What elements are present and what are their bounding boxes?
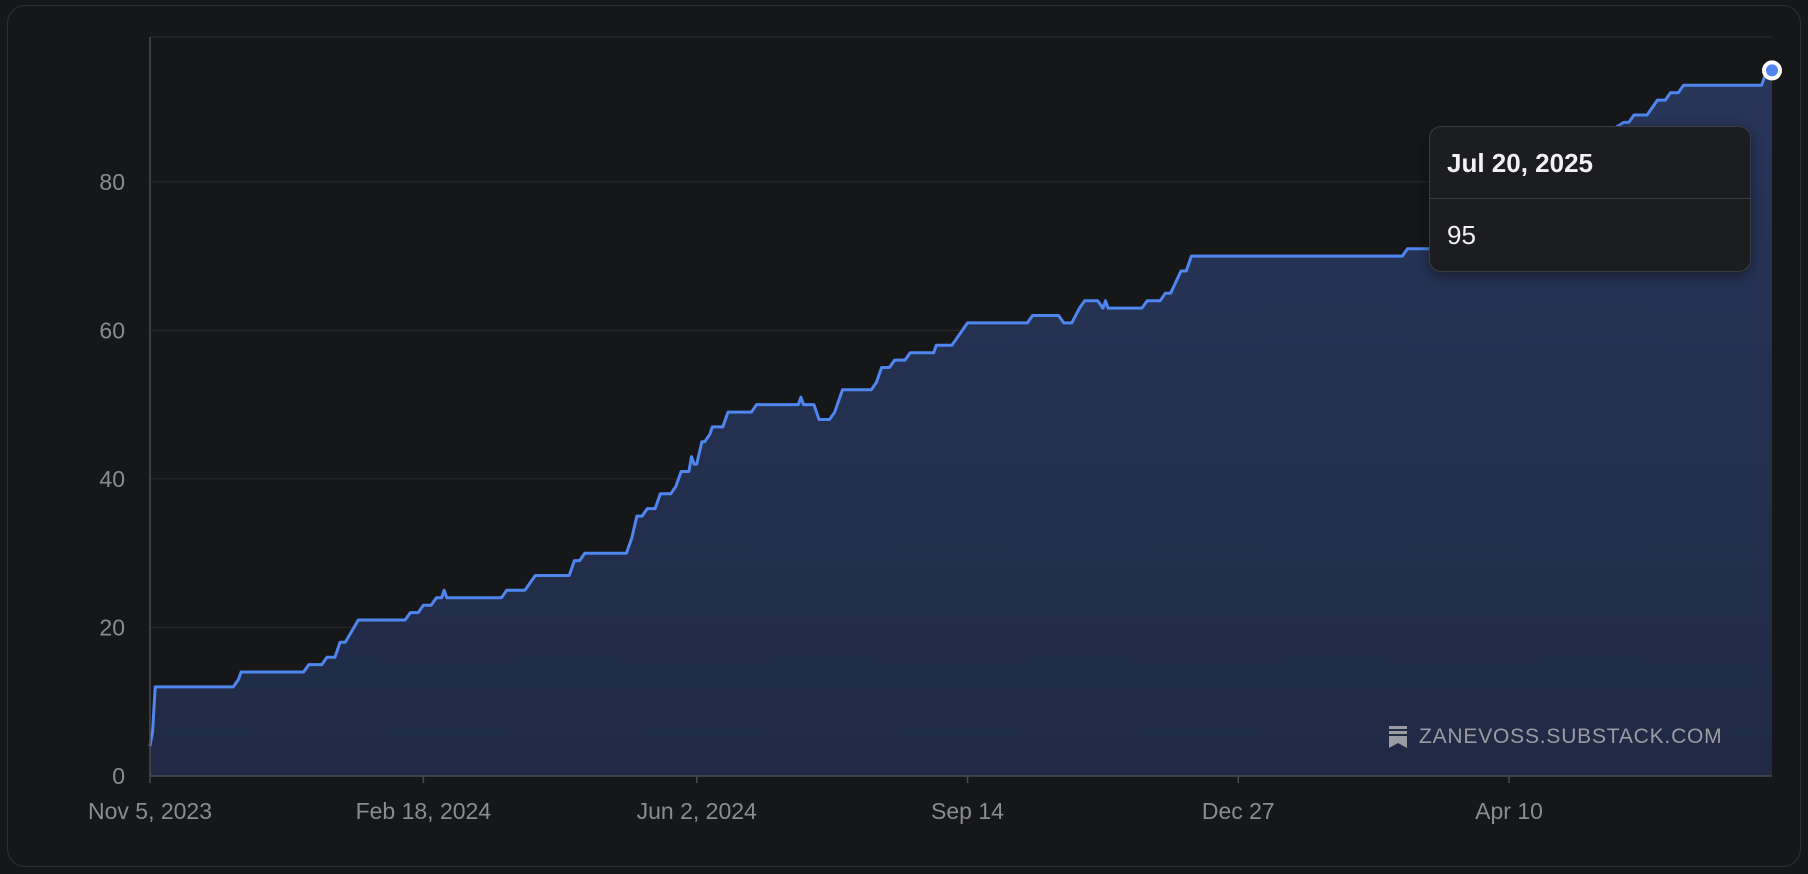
y-tick-label: 20 [99, 614, 125, 640]
watermark: ZANEVOSS.SUBSTACK.COM [1389, 722, 1722, 752]
watermark-text: ZANEVOSS.SUBSTACK.COM [1419, 725, 1723, 748]
substack-logo-icon [1389, 726, 1407, 748]
tooltip-date: Jul 20, 2025 [1430, 127, 1750, 199]
hover-point-marker[interactable] [1762, 60, 1782, 81]
y-tick-label: 40 [99, 466, 125, 492]
x-tick-label: Dec 27 [1202, 798, 1275, 824]
x-tick-label: Feb 18, 2024 [356, 798, 492, 824]
y-tick-label: 80 [99, 169, 125, 195]
x-tick-label: Apr 10 [1475, 798, 1543, 824]
y-tick-label: 0 [112, 763, 125, 789]
hover-tooltip: Jul 20, 2025 95 [1429, 126, 1751, 272]
x-tick-label: Sep 14 [931, 798, 1004, 824]
y-tick-label: 60 [99, 317, 125, 343]
chart-panel: 0 20 40 60 80 Nov 5, 2023 Feb 18, 2024 Jun 2, 2… [7, 5, 1801, 867]
x-tick-label: Nov 5, 2023 [88, 798, 212, 824]
x-tick-label: Jun 2, 2024 [637, 798, 757, 824]
tooltip-value: 95 [1447, 220, 1476, 250]
